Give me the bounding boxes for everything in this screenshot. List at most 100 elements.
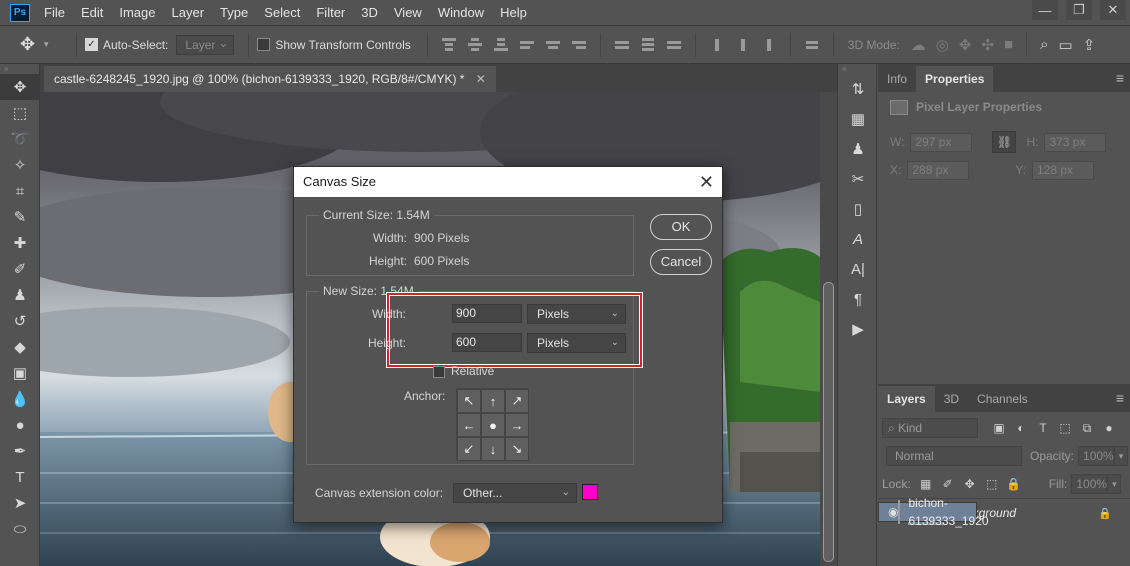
ellipse-tool-icon[interactable]: ⬭ [0, 516, 40, 542]
blur-tool-icon[interactable]: 💧 [0, 386, 40, 412]
anchor-center-icon[interactable]: ● [481, 413, 505, 437]
anchor-sw-arrow-icon[interactable]: ↙ [457, 437, 481, 461]
y-field[interactable]: 128 px [1032, 160, 1095, 180]
opacity-field[interactable]: 100% [1078, 446, 1115, 466]
minimize-icon[interactable]: — [1032, 0, 1058, 20]
close-icon[interactable]: ✕ [1100, 0, 1126, 20]
filter-pixel-icon[interactable]: ▣ [990, 421, 1008, 435]
lock-all-icon[interactable]: 🔒 [1005, 477, 1023, 491]
menu-3d[interactable]: 3D [353, 0, 386, 26]
menu-filter[interactable]: Filter [308, 0, 353, 26]
close-icon[interactable]: ✕ [699, 167, 714, 197]
menu-type[interactable]: Type [212, 0, 256, 26]
anchor-s-arrow-icon[interactable]: ↓ [481, 437, 505, 461]
height-input[interactable]: 600 [452, 333, 522, 352]
align-hcenter-icon[interactable] [544, 37, 562, 53]
menu-window[interactable]: Window [430, 0, 492, 26]
tool-presets-panel-icon[interactable]: ✂ [838, 164, 878, 194]
blend-mode-dropdown[interactable]: Normal [886, 446, 1022, 466]
anchor-ne-arrow-icon[interactable]: ↗ [505, 389, 529, 413]
filter-toggle-icon[interactable]: ● [1100, 421, 1118, 435]
visibility-eye-icon[interactable]: ◉ [888, 503, 898, 521]
height-unit-select[interactable]: Pixels ⌄ [527, 333, 626, 353]
distribute-spacing-icon[interactable] [803, 37, 821, 53]
tab-layers[interactable]: Layers [878, 386, 935, 412]
distribute-bottom-icon[interactable] [665, 37, 683, 53]
pen-tool-icon[interactable]: ✒ [0, 438, 40, 464]
character-panel-icon[interactable]: A| [838, 254, 878, 284]
brush-tool-icon[interactable]: ✐ [0, 256, 40, 282]
clone-stamp-tool-icon[interactable]: ♟ [0, 282, 40, 308]
fill-field[interactable]: 100% [1071, 474, 1108, 494]
type-tool-icon[interactable]: T [0, 464, 40, 490]
canvas-scrollbar[interactable] [820, 92, 837, 566]
glyphs-panel-icon[interactable]: A [838, 224, 878, 254]
scrollbar-thumb[interactable] [823, 282, 834, 562]
actions-panel-icon[interactable]: ▶ [838, 314, 878, 344]
anchor-e-arrow-icon[interactable]: → [505, 413, 529, 437]
libraries-panel-icon[interactable]: ▯ [838, 194, 878, 224]
tab-properties[interactable]: Properties [916, 66, 994, 92]
share-icon[interactable]: ⇪ [1083, 36, 1096, 54]
tab-3d[interactable]: 3D [935, 386, 968, 412]
healing-brush-tool-icon[interactable]: ✚ [0, 230, 40, 256]
auto-select-target-dropdown[interactable]: Layer [176, 34, 235, 55]
align-top-icon[interactable] [440, 37, 458, 53]
fill-chevron-icon[interactable]: ▾ [1107, 474, 1122, 494]
lock-transparent-icon[interactable]: ▦ [917, 477, 935, 491]
opacity-chevron-icon[interactable]: ▾ [1114, 446, 1129, 466]
anchor-grid[interactable]: ↖ ↑ ↗ ← ● → ↙ ↓ ↘ [456, 388, 529, 461]
filter-adjustment-icon[interactable]: ◐ [1012, 421, 1030, 435]
clone-source-panel-icon[interactable]: ♟ [838, 134, 878, 164]
ok-button[interactable]: OK [650, 214, 712, 240]
3d-slide-icon[interactable]: ✣ [981, 36, 994, 54]
history-panel-icon[interactable]: ⇅ [838, 74, 878, 104]
menu-layer[interactable]: Layer [164, 0, 213, 26]
tab-channels[interactable]: Channels [968, 386, 1037, 412]
3d-scale-icon[interactable]: ■ [1004, 36, 1013, 53]
anchor-n-arrow-icon[interactable]: ↑ [481, 389, 505, 413]
marquee-tool-icon[interactable]: ⬚ [0, 100, 40, 126]
distribute-right-icon[interactable] [760, 37, 778, 53]
panel-menu-icon[interactable]: ≡ [1116, 390, 1124, 406]
3d-orbit-icon[interactable]: ☁ [911, 36, 926, 54]
paragraph-panel-icon[interactable]: ¶ [838, 284, 878, 314]
layer-row[interactable]: ◉ bichon-6139333_1920 [878, 496, 989, 528]
relative-checkbox[interactable] [433, 365, 445, 378]
extension-color-swatch[interactable] [582, 484, 598, 500]
align-left-icon[interactable] [518, 37, 536, 53]
close-tab-icon[interactable]: ✕ [476, 72, 486, 86]
anchor-nw-arrow-icon[interactable]: ↖ [457, 389, 481, 413]
width-input[interactable]: 900 [452, 304, 522, 323]
filter-shape-icon[interactable]: ⬚ [1056, 421, 1074, 435]
h-field[interactable]: 373 px [1044, 132, 1107, 152]
x-field[interactable]: 288 px [907, 160, 970, 180]
eraser-tool-icon[interactable]: ◆ [0, 334, 40, 360]
show-transform-checkbox[interactable] [257, 38, 271, 51]
align-vcenter-icon[interactable] [466, 37, 484, 53]
magic-wand-tool-icon[interactable]: ✧ [0, 152, 40, 178]
distribute-hcenter-icon[interactable] [734, 37, 752, 53]
3d-pan-icon[interactable]: ✥ [959, 36, 972, 54]
kind-filter-dropdown[interactable]: ⌕ Kind [882, 418, 978, 438]
swatches-panel-icon[interactable]: ▦ [838, 104, 878, 134]
menu-edit[interactable]: Edit [73, 0, 111, 26]
move-tool-icon[interactable]: ✥ [0, 74, 40, 100]
crop-tool-icon[interactable]: ⌗ [0, 178, 40, 204]
eyedropper-tool-icon[interactable]: ✎ [0, 204, 40, 230]
tool-preset-chevron-icon[interactable]: ▾ [44, 39, 54, 50]
restore-icon[interactable]: ❐ [1066, 0, 1092, 20]
menu-help[interactable]: Help [492, 0, 535, 26]
cancel-button[interactable]: Cancel [650, 249, 712, 275]
distribute-top-icon[interactable] [613, 37, 631, 53]
menu-view[interactable]: View [386, 0, 430, 26]
lock-artboard-icon[interactable]: ⬚ [983, 477, 1001, 491]
align-right-icon[interactable] [570, 37, 588, 53]
auto-select-checkbox[interactable]: ✓ [85, 38, 98, 51]
w-field[interactable]: 297 px [910, 132, 973, 152]
menu-select[interactable]: Select [256, 0, 308, 26]
distribute-vcenter-icon[interactable] [639, 37, 657, 53]
menu-file[interactable]: File [36, 0, 73, 26]
lasso-tool-icon[interactable]: ➰ [0, 126, 40, 152]
document-tab[interactable]: castle-6248245_1920.jpg @ 100% (bichon-6… [44, 66, 496, 92]
